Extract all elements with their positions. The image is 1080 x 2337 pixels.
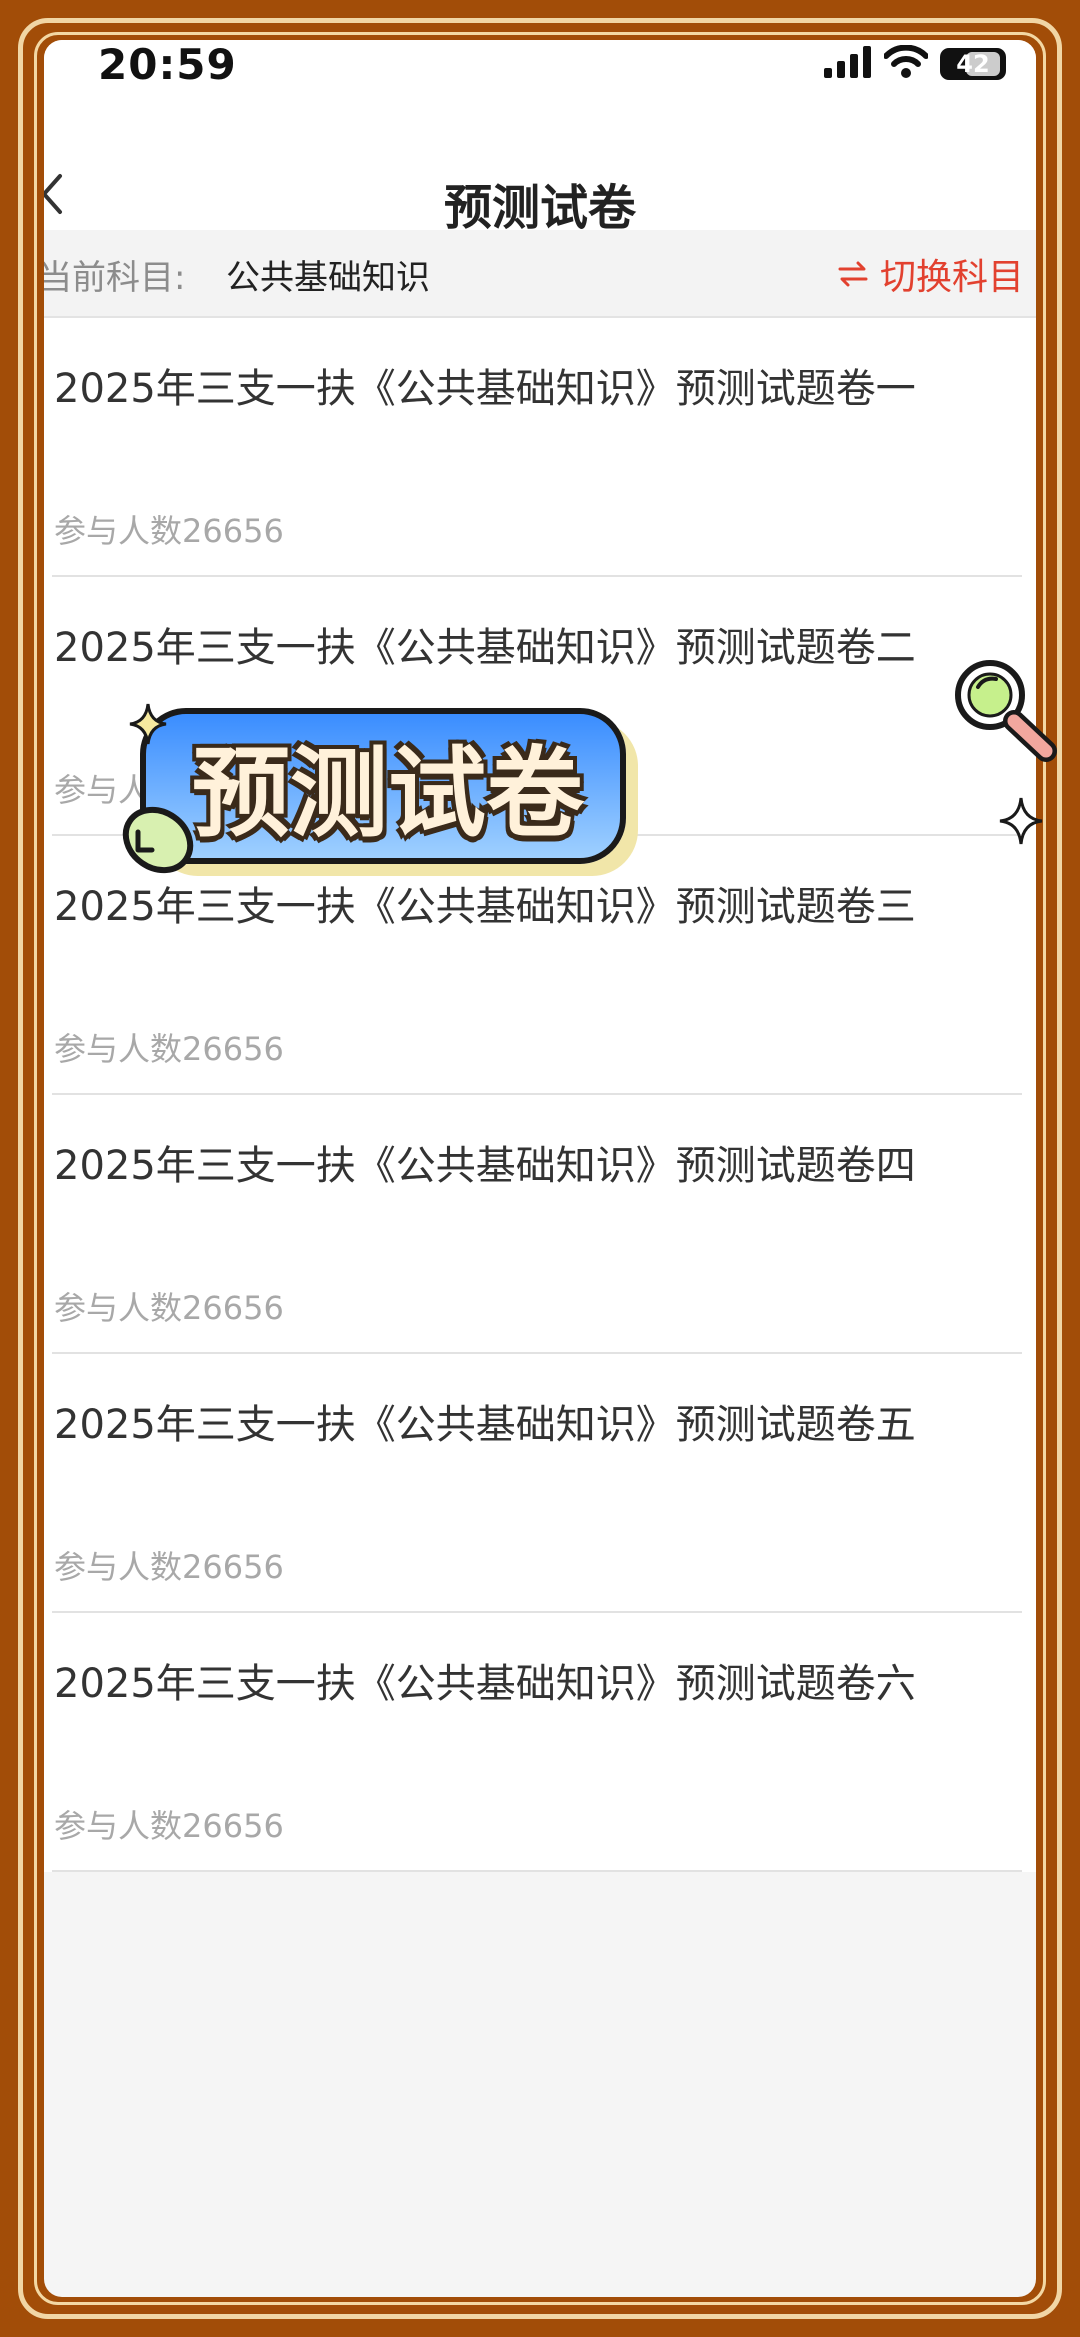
- paper-title: 2025年三支一扶《公共基础知识》预测试题卷五: [54, 1402, 916, 1448]
- paper-title: 2025年三支一扶《公共基础知识》预测试题卷一: [54, 366, 916, 412]
- paper-title: 2025年三支一扶《公共基础知识》预测试题卷二: [54, 625, 916, 671]
- paper-participants: 参与人数26656: [54, 1807, 284, 1845]
- paper-title: 2025年三支一扶《公共基础知识》预测试题卷三: [54, 884, 916, 930]
- status-bar: 20:59 42: [44, 40, 1036, 120]
- paper-participants: 参与人数26656: [54, 1289, 284, 1327]
- switch-subject-button[interactable]: 切换科目: [838, 248, 1024, 300]
- title-sticker: 预测试卷: [122, 696, 648, 876]
- paper-item[interactable]: 2025年三支一扶《公共基础知识》预测试题卷六 参与人数26656: [44, 1613, 1036, 1872]
- subject-bar: 当前科目: 公共基础知识 切换科目: [44, 230, 1036, 318]
- battery-level: 42: [956, 50, 990, 78]
- status-icons: 42: [824, 44, 1006, 84]
- cursor-icon: [122, 806, 194, 874]
- current-subject-value: 公共基础知识: [226, 258, 430, 298]
- current-subject-label: 当前科目:: [44, 258, 186, 298]
- status-time: 20:59: [98, 40, 237, 89]
- phone-screen: 20:59 42 预测试卷 当前科目: 公共基础知识 切换科目 2025年三支一…: [44, 40, 1036, 2297]
- sticker-text: 预测试卷: [191, 737, 584, 851]
- paper-participants: 参与人数26656: [54, 512, 284, 550]
- paper-participants: 参与人数26656: [54, 1548, 284, 1586]
- paper-title: 2025年三支一扶《公共基础知识》预测试题卷四: [54, 1143, 916, 1189]
- battery-icon: 42: [940, 48, 1006, 80]
- sparkle-icon: [129, 703, 167, 745]
- signal-icon: [824, 46, 872, 82]
- paper-title: 2025年三支一扶《公共基础知识》预测试题卷六: [54, 1661, 916, 1707]
- paper-participants: 参与人数26656: [54, 1030, 284, 1068]
- page-title: 预测试卷: [443, 180, 636, 236]
- paper-list: 2025年三支一扶《公共基础知识》预测试题卷一 参与人数26656 2025年三…: [44, 318, 1036, 1872]
- paper-item[interactable]: 2025年三支一扶《公共基础知识》预测试题卷五 参与人数26656: [44, 1354, 1036, 1613]
- magnifier-icon: [955, 660, 1057, 762]
- wifi-icon: [883, 44, 929, 83]
- paper-item[interactable]: 2025年三支一扶《公共基础知识》预测试题卷一 参与人数26656: [44, 318, 1036, 577]
- swap-icon: [838, 261, 868, 287]
- paper-item[interactable]: 2025年三支一扶《公共基础知识》预测试题卷四 参与人数26656: [44, 1095, 1036, 1354]
- sparkle-icon: [999, 797, 1043, 845]
- switch-subject-label: 切换科目: [879, 257, 1024, 298]
